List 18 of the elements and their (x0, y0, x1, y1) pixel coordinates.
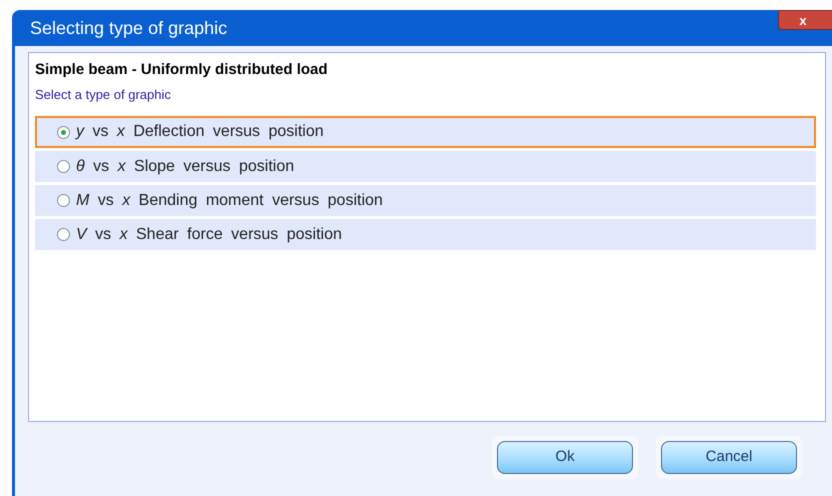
radio-button[interactable] (57, 160, 70, 173)
option-row[interactable]: M vs x Bending moment versus position (35, 185, 816, 216)
option-label: y vs x Deflection versus position (76, 122, 324, 142)
instruction-text: Select a type of graphic (35, 86, 171, 104)
option-row[interactable]: V vs x Shear force versus position (35, 219, 816, 250)
close-button[interactable]: x (778, 10, 832, 30)
option-label: θ vs x Slope versus position (76, 156, 294, 176)
radio-button[interactable] (57, 126, 70, 138)
option-label: V vs x Shear force versus position (76, 224, 342, 244)
dialog-heading: Simple beam - Uniformly distributed load (35, 60, 328, 80)
radio-button[interactable] (57, 194, 70, 207)
dialog-button[interactable]: Ok (497, 441, 633, 474)
option-row[interactable]: θ vs x Slope versus position (35, 151, 816, 182)
window-title: Selecting type of graphic (30, 16, 228, 40)
dialog-button[interactable]: Cancel (661, 441, 797, 474)
option-label: M vs x Bending moment versus position (76, 190, 383, 210)
radio-button[interactable] (57, 228, 70, 241)
option-row[interactable]: y vs x Deflection versus position (35, 116, 816, 148)
